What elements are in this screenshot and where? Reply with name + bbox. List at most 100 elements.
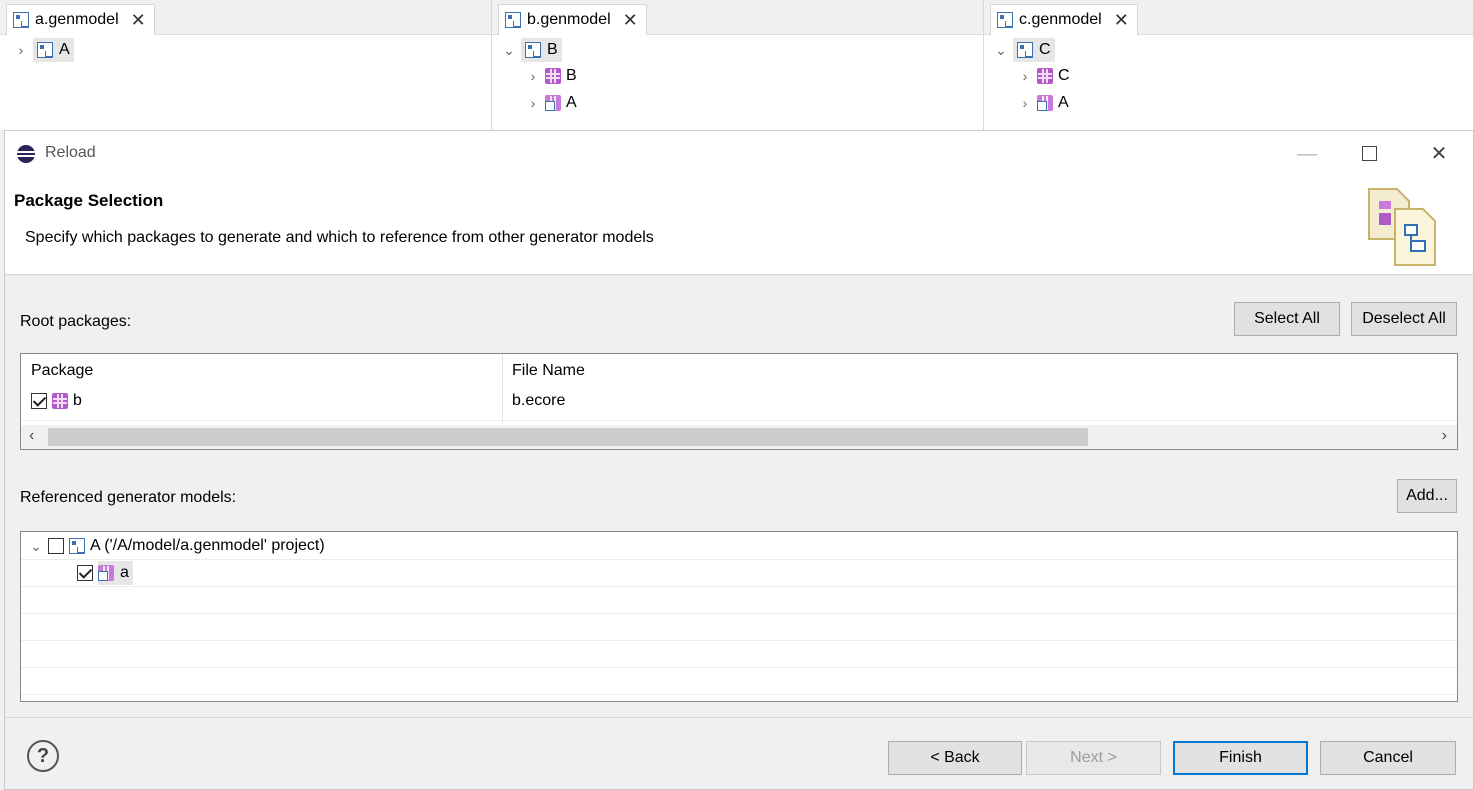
genmodel-icon xyxy=(505,12,521,28)
row-divider xyxy=(21,640,1457,641)
package-checkbox[interactable] xyxy=(31,393,47,409)
tree-item-selection: B xyxy=(521,38,562,62)
row-divider xyxy=(21,694,1457,695)
finish-button[interactable]: Finish xyxy=(1173,741,1308,775)
root-packages-label: Root packages: xyxy=(20,313,132,330)
scroll-right-icon[interactable]: › xyxy=(1442,427,1447,445)
tree-item-child[interactable]: › A xyxy=(526,90,577,116)
editor-tabbar: b.genmodel ✕ xyxy=(492,0,983,35)
tree-item-selection: a xyxy=(98,561,133,585)
scroll-left-icon[interactable]: ‹ xyxy=(29,427,34,445)
genmodel-icon xyxy=(1017,42,1033,58)
tab-b-genmodel[interactable]: b.genmodel ✕ xyxy=(498,4,647,35)
cancel-button[interactable]: Cancel xyxy=(1320,741,1456,775)
maximize-button[interactable] xyxy=(1349,141,1389,167)
genmodel-icon xyxy=(13,12,29,28)
eclipse-icon xyxy=(17,145,35,163)
tab-a-genmodel[interactable]: a.genmodel ✕ xyxy=(6,4,155,35)
genmodel-icon xyxy=(69,538,85,554)
genmodel-icon xyxy=(37,42,53,58)
maximize-icon xyxy=(1361,146,1377,161)
scrollbar-thumb[interactable] xyxy=(48,428,1088,446)
help-button[interactable]: ? xyxy=(27,740,59,772)
editor-c-genmodel: c.genmodel ✕ ⌄ C › C › A xyxy=(984,0,1474,130)
file-name: b.ecore xyxy=(512,392,566,409)
genmodel-checkbox[interactable] xyxy=(48,538,64,554)
tree-item-root[interactable]: ⌄ C xyxy=(994,37,1055,63)
genmodel-icon xyxy=(525,42,541,58)
chevron-down-icon[interactable]: ⌄ xyxy=(994,42,1008,59)
dialog-title: Reload xyxy=(45,144,96,161)
chevron-right-icon[interactable]: › xyxy=(14,42,28,58)
wizard-header: Package Selection Specify which packages… xyxy=(5,177,1473,275)
file-name-cell: b.ecore xyxy=(512,388,565,414)
tree-item-child[interactable]: › A xyxy=(1018,90,1069,116)
referenced-models-tree[interactable]: ⌄ A ('/A/model/a.genmodel' project) a xyxy=(20,531,1458,702)
back-button[interactable]: < Back xyxy=(888,741,1022,775)
row-divider xyxy=(21,613,1457,614)
row-divider xyxy=(21,420,1457,421)
column-header-file-name[interactable]: File Name xyxy=(502,354,585,388)
tree-item-label: C xyxy=(1058,67,1070,84)
editor-tabbar: c.genmodel ✕ xyxy=(984,0,1473,35)
package-icon xyxy=(1037,68,1053,84)
next-button[interactable]: Next > xyxy=(1026,741,1161,775)
tab-label: a.genmodel xyxy=(35,11,119,28)
deselect-all-button[interactable]: Deselect All xyxy=(1351,302,1457,336)
tree-item-root[interactable]: › A xyxy=(14,37,74,63)
tree-item-label: A xyxy=(1058,94,1069,111)
tree-item-child[interactable]: › B xyxy=(526,63,577,89)
chevron-right-icon[interactable]: › xyxy=(526,95,540,111)
tab-c-genmodel[interactable]: c.genmodel ✕ xyxy=(990,4,1138,35)
select-all-button[interactable]: Select All xyxy=(1234,302,1340,336)
editor-tabbar: a.genmodel ✕ xyxy=(0,0,491,35)
chevron-right-icon[interactable]: › xyxy=(526,68,540,84)
table-row[interactable]: b xyxy=(31,388,82,414)
package-icon xyxy=(52,393,68,409)
tab-label: c.genmodel xyxy=(1019,11,1102,28)
wizard-footer: ? < Back Next > Finish Cancel xyxy=(5,717,1473,789)
row-divider xyxy=(21,586,1457,587)
package-checkbox[interactable] xyxy=(77,565,93,581)
tree-item-label: C xyxy=(1039,41,1051,58)
editor-a-genmodel: a.genmodel ✕ › A xyxy=(0,0,492,130)
row-divider xyxy=(21,559,1457,560)
wizard-body: Root packages: Select All Deselect All P… xyxy=(5,275,1473,717)
editor-b-genmodel: b.genmodel ✕ ⌄ B › B › A xyxy=(492,0,984,130)
column-header-package[interactable]: Package xyxy=(21,354,502,388)
genmodel-wizard-icon xyxy=(1368,188,1436,266)
close-icon[interactable]: ✕ xyxy=(623,10,638,31)
tree-item-label: B xyxy=(566,67,577,84)
chevron-down-icon[interactable]: ⌄ xyxy=(29,538,43,555)
referenced-package-icon xyxy=(545,95,561,111)
genmodel-icon xyxy=(997,12,1013,28)
tree-item-child[interactable]: a xyxy=(77,560,133,586)
package-icon xyxy=(545,68,561,84)
tree-item-selection: C xyxy=(1013,38,1055,62)
chevron-right-icon[interactable]: › xyxy=(1018,95,1032,111)
package-name: b xyxy=(73,392,82,409)
reload-dialog: Reload — ✕ Package Selection Specify whi… xyxy=(4,130,1474,790)
dialog-titlebar[interactable]: Reload — ✕ xyxy=(5,131,1473,177)
column-separator xyxy=(502,354,503,424)
tree-item-label: A xyxy=(59,41,70,58)
close-icon[interactable]: ✕ xyxy=(1114,10,1129,31)
chevron-down-icon[interactable]: ⌄ xyxy=(502,42,516,59)
tree-item-root[interactable]: ⌄ B xyxy=(502,37,562,63)
referenced-package-icon xyxy=(98,565,114,581)
tree-item-selection: A xyxy=(33,38,74,62)
tree-item-label: A xyxy=(566,94,577,111)
root-packages-table[interactable]: Package File Name b b.ecore ‹ › xyxy=(20,353,1458,450)
page-description: Specify which packages to generate and w… xyxy=(25,229,654,246)
tree-item-label: a xyxy=(120,564,129,581)
tree-item-root[interactable]: ⌄ A ('/A/model/a.genmodel' project) xyxy=(29,533,325,559)
add-button[interactable]: Add... xyxy=(1397,479,1457,513)
tree-item-child[interactable]: › C xyxy=(1018,63,1070,89)
horizontal-scrollbar[interactable]: ‹ › xyxy=(21,425,1457,449)
referenced-package-icon xyxy=(1037,95,1053,111)
tree-item-label: B xyxy=(547,41,558,58)
close-icon[interactable]: ✕ xyxy=(131,10,146,31)
chevron-right-icon[interactable]: › xyxy=(1018,68,1032,84)
tab-label: b.genmodel xyxy=(527,11,611,28)
close-dialog-button[interactable]: ✕ xyxy=(1419,141,1459,167)
